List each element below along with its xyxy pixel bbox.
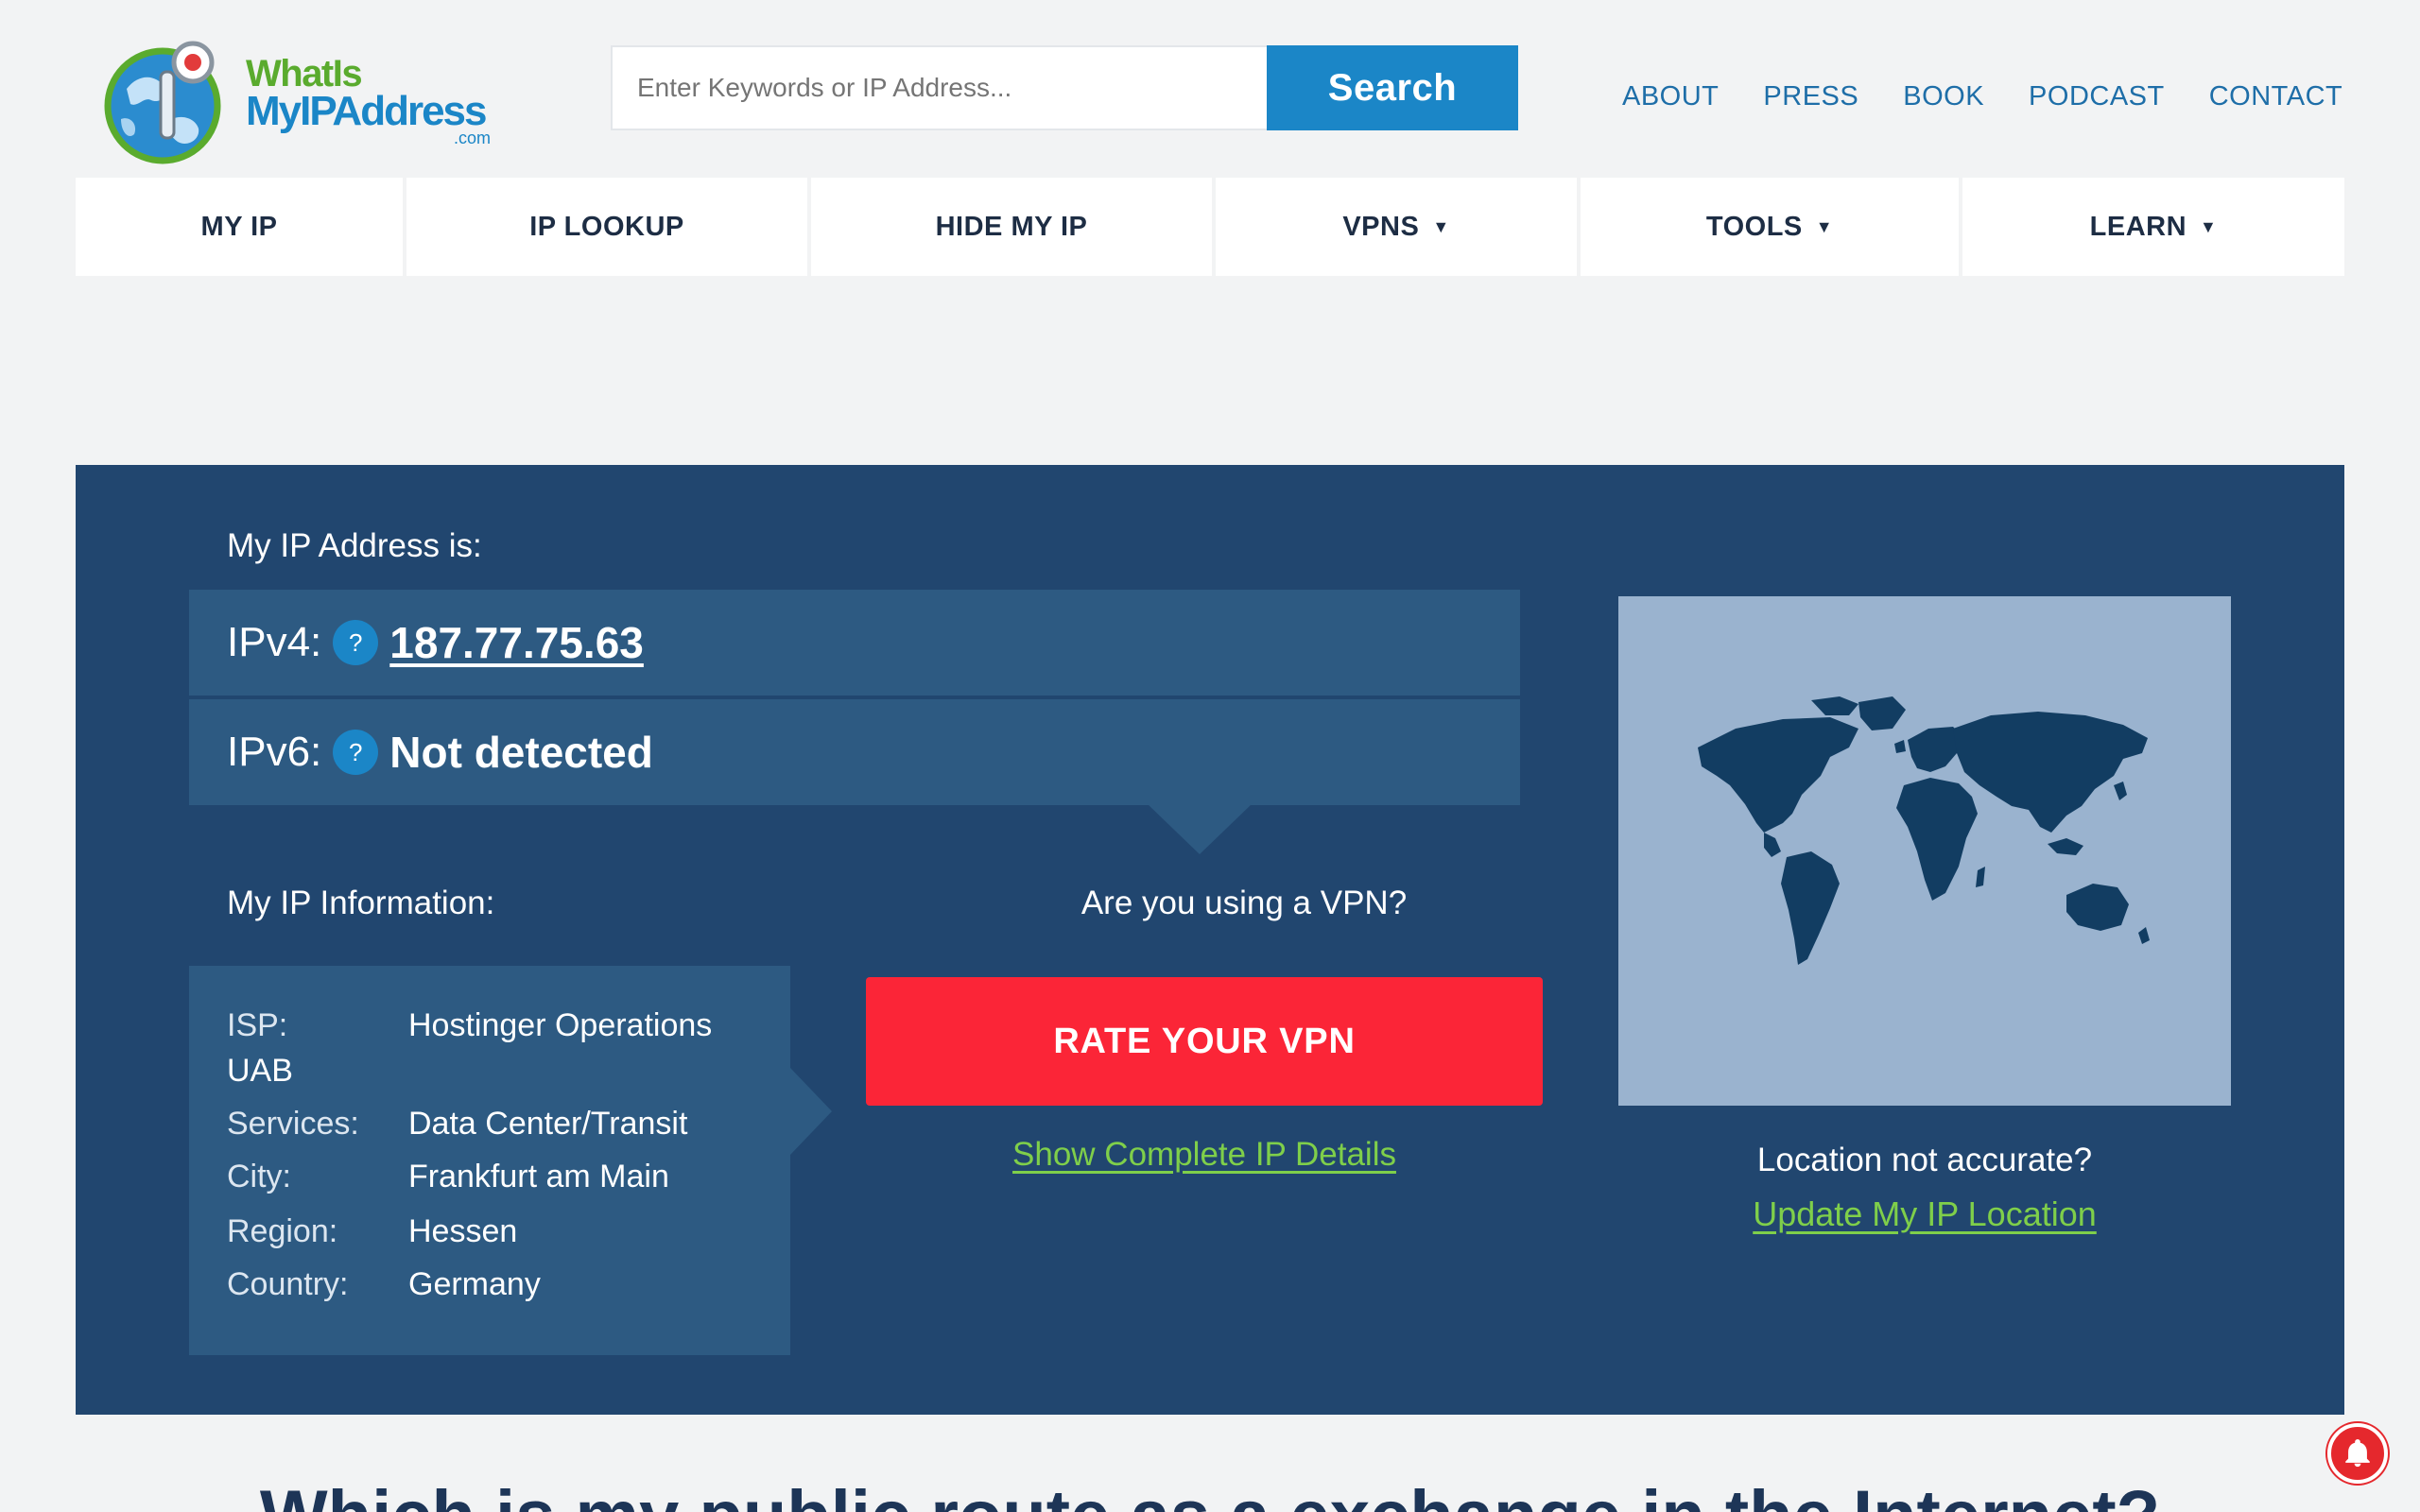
vpn-question: Are you using a VPN? — [1080, 885, 1408, 921]
ipv4-label: IPv4: — [227, 619, 322, 665]
nav-item-ip-lookup[interactable]: IP LOOKUP — [406, 178, 807, 276]
country-value: Germany — [408, 1266, 541, 1302]
logo-text-com: .com — [454, 129, 492, 147]
isp-value: Hostinger Operations — [408, 1007, 713, 1043]
notification-bell-icon[interactable] — [2327, 1423, 2388, 1484]
nav-item-label: IP LOOKUP — [529, 211, 684, 242]
help-icon[interactable]: ? — [333, 620, 379, 665]
top-links: ABOUT PRESS BOOK PODCAST CONTACT — [1622, 81, 2342, 119]
location-map — [1618, 596, 2231, 1106]
city-label: City: — [227, 1159, 291, 1194]
ipv6-value: Not detected — [389, 728, 653, 777]
search-input[interactable] — [611, 45, 1268, 130]
main-nav: MY IP IP LOOKUP HIDE MY IP VPNS ▼ TOOLS … — [76, 178, 2344, 276]
ipv4-row: IPv4: ? 187.77.75.63 — [189, 590, 1520, 696]
show-ip-details-link[interactable]: Show Complete IP Details — [866, 1136, 1543, 1174]
caret-down-icon: ▼ — [1815, 216, 1834, 236]
world-map-icon — [1698, 696, 2150, 965]
country-label: Country: — [227, 1266, 349, 1302]
services-value: Data Center/Transit — [408, 1106, 688, 1142]
about-link[interactable]: ABOUT — [1622, 81, 1719, 119]
nav-item-label: HIDE MY IP — [935, 211, 1088, 242]
isp-value-wrap: UAB — [227, 1053, 293, 1089]
press-link[interactable]: PRESS — [1763, 81, 1858, 119]
bell-glyph-icon — [2345, 1438, 2370, 1468]
panel-pointer — [1147, 803, 1253, 854]
nav-item-label: MY IP — [200, 211, 278, 242]
services-label: Services: — [227, 1106, 359, 1142]
globe-logo-icon — [104, 41, 221, 164]
ipv6-label: IPv6: — [227, 729, 322, 775]
ip-heading: My IP Address is: — [227, 527, 482, 564]
nav-item-my-ip[interactable]: MY IP — [76, 178, 403, 276]
caret-down-icon: ▼ — [2200, 216, 2218, 236]
info-box-pointer — [790, 1068, 832, 1155]
city-value: Frankfurt am Main — [408, 1159, 669, 1194]
nav-item-hide-my-ip[interactable]: HIDE MY IP — [811, 178, 1212, 276]
isp-label: ISP: — [227, 1007, 288, 1043]
search-button[interactable]: Search — [1267, 45, 1518, 130]
site-logo[interactable]: WhatIs MyIPAddress .com — [102, 34, 499, 166]
location-question: Location not accurate? — [1756, 1142, 2093, 1178]
logo-text-whatis: WhatIs — [246, 53, 363, 94]
region-value: Hessen — [408, 1213, 518, 1249]
ipv4-value-link[interactable]: 187.77.75.63 — [389, 617, 644, 668]
ip-info-heading: My IP Information: — [227, 885, 495, 921]
region-label: Region: — [227, 1213, 338, 1249]
update-location-link[interactable]: Update My IP Location — [1618, 1194, 2231, 1234]
nav-item-label: TOOLS — [1705, 211, 1803, 242]
ip-hero-panel: My IP Address is: IPv4: ? 187.77.75.63 I… — [76, 465, 2344, 1415]
site-header: WhatIs MyIPAddress .com Search ABOUT PRE… — [0, 0, 2420, 175]
logo-text-myipaddress: MyIPAddress — [246, 88, 487, 134]
nav-item-label: VPNS — [1342, 211, 1420, 242]
section-heading: Which is my public route as a exchange i… — [0, 1474, 2420, 1512]
ip-info-box: ISP: Hostinger Operations UAB Services: … — [189, 966, 790, 1355]
nav-item-tools[interactable]: TOOLS ▼ — [1581, 178, 1959, 276]
nav-item-label: LEARN — [2089, 211, 2187, 242]
caret-down-icon: ▼ — [1432, 216, 1450, 236]
nav-item-learn[interactable]: LEARN ▼ — [1962, 178, 2344, 276]
help-icon[interactable]: ? — [333, 730, 379, 775]
podcast-link[interactable]: PODCAST — [2029, 81, 2165, 119]
ipv6-row: IPv6: ? Not detected — [189, 699, 1520, 805]
contact-link[interactable]: CONTACT — [2209, 81, 2343, 119]
rate-vpn-button[interactable]: RATE YOUR VPN — [866, 977, 1543, 1106]
book-link[interactable]: BOOK — [1903, 81, 1984, 119]
nav-item-vpns[interactable]: VPNS ▼ — [1216, 178, 1577, 276]
